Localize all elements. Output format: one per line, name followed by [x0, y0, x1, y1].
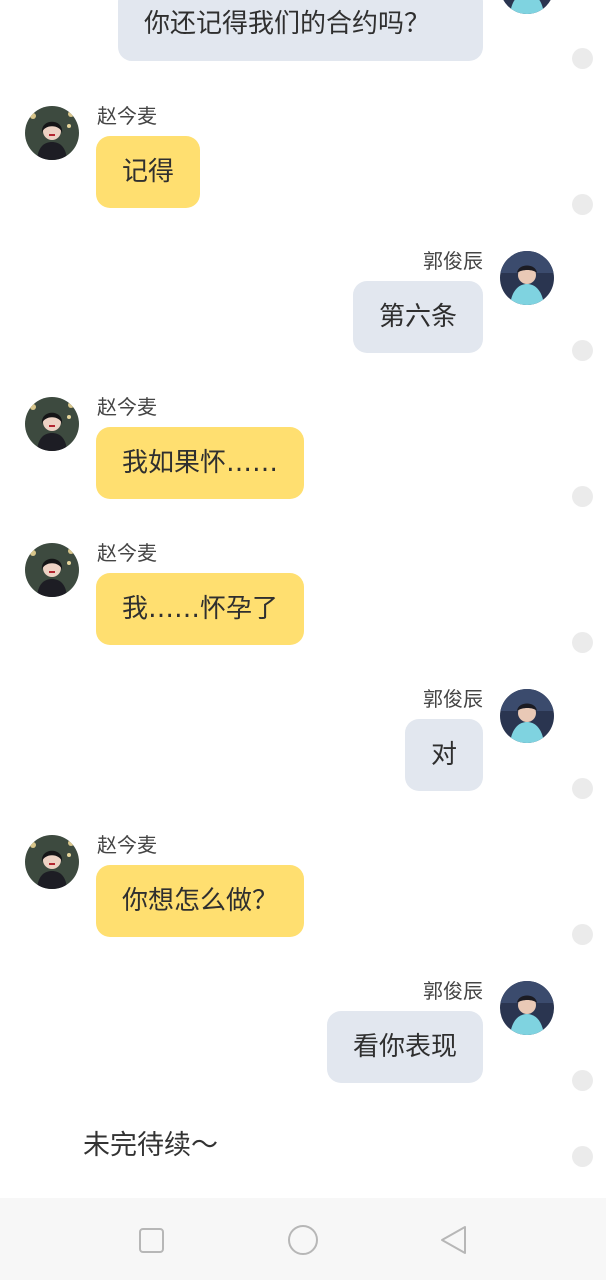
divider-dot: [572, 1146, 593, 1167]
message-bubble[interactable]: 你想怎么做？: [96, 865, 305, 937]
male-avatar-icon[interactable]: [500, 689, 554, 743]
message-bubble[interactable]: 我……怀孕了: [96, 573, 305, 645]
message-bubble[interactable]: 我如果怀……: [96, 427, 305, 499]
sender-name: 赵今麦: [97, 104, 157, 128]
message-bubble[interactable]: 你还记得我们的合约吗？: [118, 0, 483, 61]
sender-name: 赵今麦: [97, 833, 157, 857]
recent-apps-square-icon[interactable]: [131, 1220, 171, 1260]
male-avatar-icon[interactable]: [500, 251, 554, 305]
message-bubble[interactable]: 看你表现: [326, 1011, 483, 1083]
female-avatar-icon[interactable]: [25, 397, 79, 451]
home-circle-icon[interactable]: [283, 1220, 323, 1260]
divider-dot: [572, 778, 593, 799]
divider-dot: [572, 1070, 593, 1091]
message-bubble[interactable]: 记得: [96, 136, 201, 208]
message-bubble[interactable]: 对: [404, 719, 483, 791]
female-avatar-icon[interactable]: [25, 835, 79, 889]
divider-dot: [572, 194, 593, 215]
divider-dot: [572, 48, 593, 69]
back-triangle-icon[interactable]: [433, 1220, 473, 1260]
sender-name: 郭俊辰: [423, 249, 483, 273]
male-avatar-icon[interactable]: [500, 0, 554, 14]
divider-dot: [572, 486, 593, 507]
divider-dot: [572, 924, 593, 945]
divider-dot: [572, 340, 593, 361]
chat-area[interactable]: 你还记得我们的合约吗？ 赵今麦 记得 郭俊辰 第六条 赵今麦 我如果怀…… 赵今…: [0, 0, 606, 1198]
message-bubble[interactable]: 第六条: [352, 281, 483, 353]
female-avatar-icon[interactable]: [25, 106, 79, 160]
system-navigation-bar: [0, 1198, 606, 1280]
female-avatar-icon[interactable]: [25, 543, 79, 597]
to-be-continued-text: 未完待续～: [83, 1130, 218, 1161]
male-avatar-icon[interactable]: [500, 981, 554, 1035]
sender-name: 郭俊辰: [423, 687, 483, 711]
sender-name: 郭俊辰: [423, 979, 483, 1003]
divider-dot: [572, 632, 593, 653]
sender-name: 赵今麦: [97, 395, 157, 419]
sender-name: 赵今麦: [97, 541, 157, 565]
